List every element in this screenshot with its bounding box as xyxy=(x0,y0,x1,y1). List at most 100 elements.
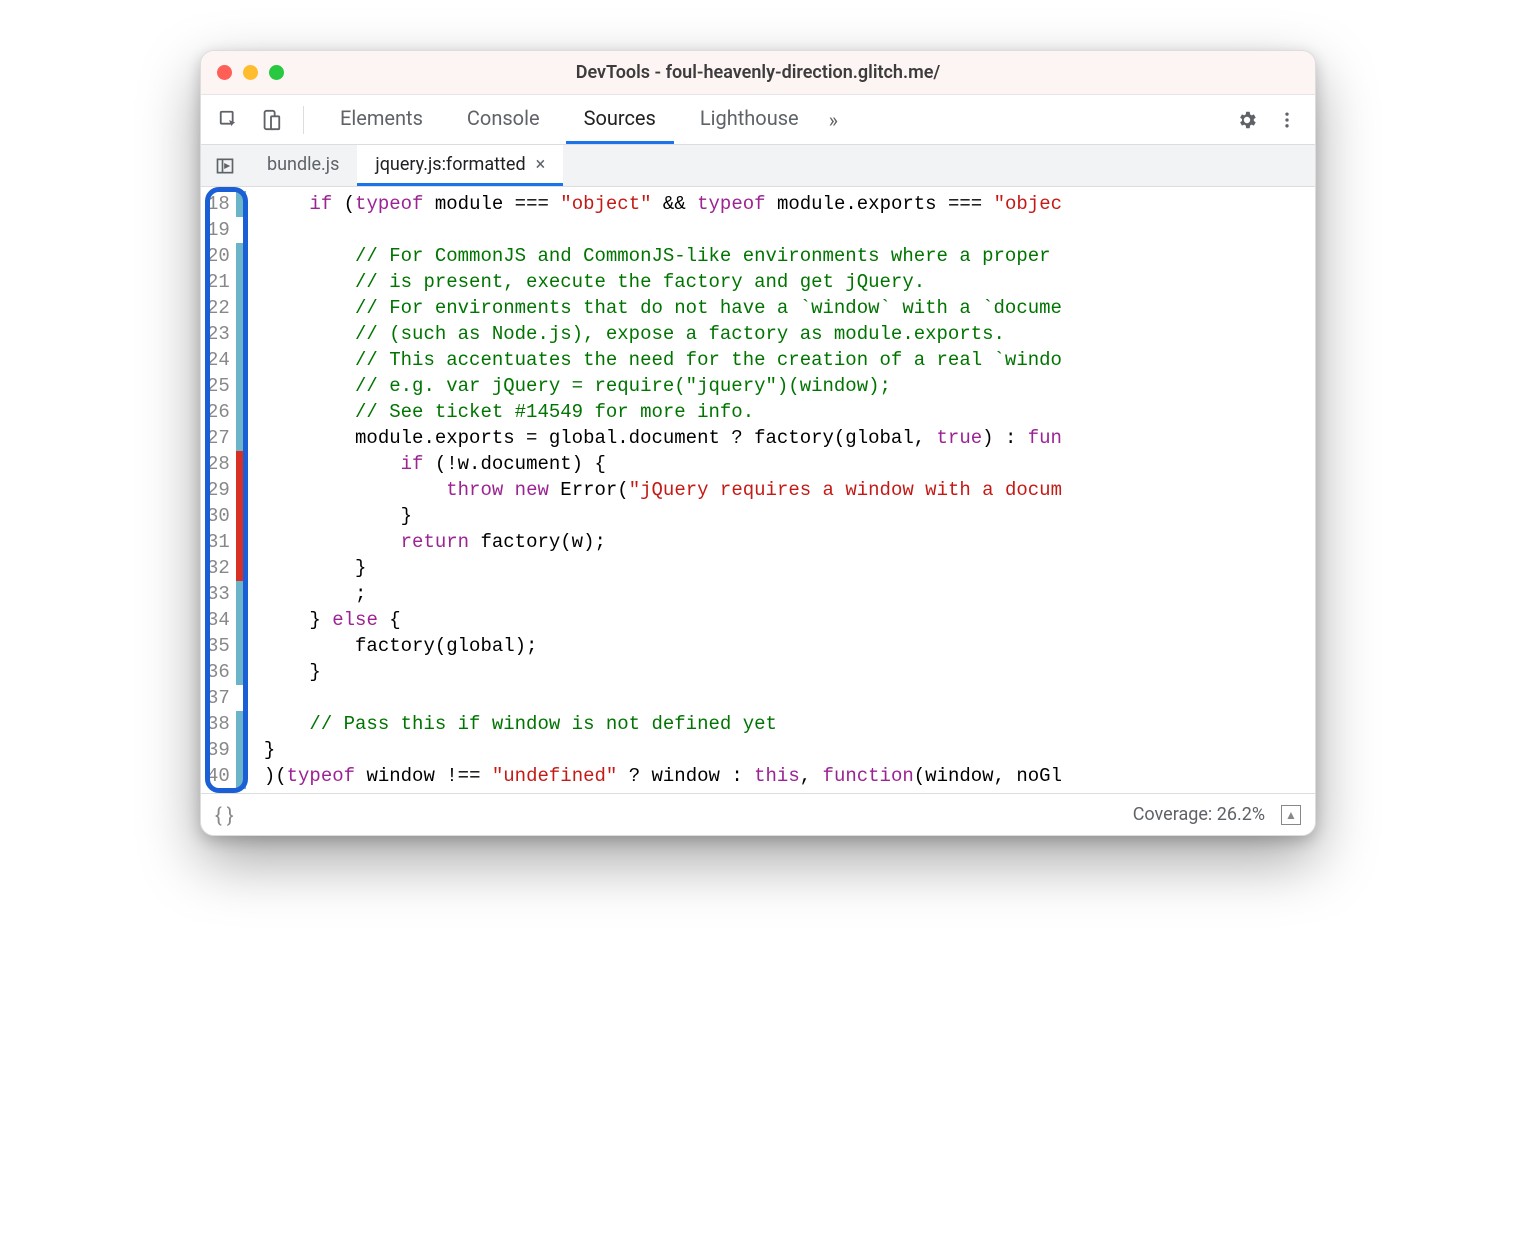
coverage-marker xyxy=(236,529,246,555)
window-title: DevTools - foul-heavenly-direction.glitc… xyxy=(576,62,941,83)
code-line[interactable]: module.exports = global.document ? facto… xyxy=(264,425,1062,451)
file-tabs: bundle.js jquery.js:formatted × xyxy=(249,145,563,186)
coverage-marker xyxy=(236,243,246,269)
line-number[interactable]: 32 xyxy=(207,555,234,581)
inspect-element-icon[interactable] xyxy=(211,102,247,138)
line-number[interactable]: 27 xyxy=(207,425,234,451)
navigator-toggle-icon[interactable] xyxy=(201,145,249,186)
line-number[interactable]: 23 xyxy=(207,321,234,347)
code-line[interactable]: // is present, execute the factory and g… xyxy=(264,269,1062,295)
line-numbers: 1819202122232425262728293031323334353637… xyxy=(201,187,236,793)
source-editor[interactable]: 1819202122232425262728293031323334353637… xyxy=(201,187,1315,793)
coverage-marker xyxy=(236,633,246,659)
code-line[interactable]: // For environments that do not have a `… xyxy=(264,295,1062,321)
close-tab-icon[interactable]: × xyxy=(536,154,546,175)
toolbar-divider xyxy=(303,106,304,134)
code-line[interactable]: // This accentuates the need for the cre… xyxy=(264,347,1062,373)
coverage-marker xyxy=(236,373,246,399)
code-line[interactable]: if (typeof module === "object" && typeof… xyxy=(264,191,1062,217)
coverage-marker xyxy=(236,217,246,243)
line-number[interactable]: 31 xyxy=(207,529,234,555)
code-line[interactable]: } xyxy=(264,503,1062,529)
code-line[interactable]: } else { xyxy=(264,607,1062,633)
coverage-marker xyxy=(236,399,246,425)
coverage-marker xyxy=(236,607,246,633)
code-line[interactable] xyxy=(264,685,1062,711)
code-line[interactable]: )(typeof window !== "undefined" ? window… xyxy=(264,763,1062,789)
line-number[interactable]: 19 xyxy=(207,217,234,243)
line-number[interactable]: 22 xyxy=(207,295,234,321)
code-line[interactable]: // (such as Node.js), expose a factory a… xyxy=(264,321,1062,347)
panel-tab-lighthouse[interactable]: Lighthouse xyxy=(682,95,817,144)
code-line[interactable]: ; xyxy=(264,581,1062,607)
line-number[interactable]: 40 xyxy=(207,763,234,789)
code-line[interactable]: } xyxy=(264,555,1062,581)
panel-tab-console[interactable]: Console xyxy=(449,95,558,144)
coverage-marker xyxy=(236,503,246,529)
line-number[interactable]: 33 xyxy=(207,581,234,607)
line-number[interactable]: 21 xyxy=(207,269,234,295)
code-line[interactable]: } xyxy=(264,737,1062,763)
minimize-window-button[interactable] xyxy=(243,65,258,80)
coverage-status: Coverage: 26.2% xyxy=(1133,804,1265,825)
file-tab[interactable]: bundle.js xyxy=(249,145,357,186)
code-content[interactable]: if (typeof module === "object" && typeof… xyxy=(246,187,1062,793)
line-number[interactable]: 24 xyxy=(207,347,234,373)
code-line[interactable]: if (!w.document) { xyxy=(264,451,1062,477)
coverage-marker xyxy=(236,425,246,451)
coverage-marker xyxy=(236,295,246,321)
panel-tab-elements[interactable]: Elements xyxy=(322,95,441,144)
code-line[interactable]: // e.g. var jQuery = require("jquery")(w… xyxy=(264,373,1062,399)
gutter: 1819202122232425262728293031323334353637… xyxy=(201,187,246,793)
line-number[interactable]: 35 xyxy=(207,633,234,659)
code-line[interactable]: factory(global); xyxy=(264,633,1062,659)
coverage-marker xyxy=(236,477,246,503)
status-bar: { } Coverage: 26.2% ▲ xyxy=(201,793,1315,835)
line-number[interactable]: 38 xyxy=(207,711,234,737)
coverage-marker xyxy=(236,685,246,711)
kebab-menu-icon[interactable] xyxy=(1269,102,1305,138)
file-tab[interactable]: jquery.js:formatted × xyxy=(357,145,563,186)
pretty-print-icon[interactable]: { } xyxy=(215,803,234,827)
line-number[interactable]: 20 xyxy=(207,243,234,269)
coverage-marker xyxy=(236,321,246,347)
titlebar: DevTools - foul-heavenly-direction.glitc… xyxy=(201,51,1315,95)
coverage-indicator-column xyxy=(236,187,246,793)
line-number[interactable]: 28 xyxy=(207,451,234,477)
coverage-marker xyxy=(236,269,246,295)
devtools-window: DevTools - foul-heavenly-direction.glitc… xyxy=(200,50,1316,836)
code-line[interactable]: } xyxy=(264,659,1062,685)
close-window-button[interactable] xyxy=(217,65,232,80)
code-line[interactable]: // For CommonJS and CommonJS-like enviro… xyxy=(264,243,1062,269)
coverage-marker xyxy=(236,659,246,685)
line-number[interactable]: 39 xyxy=(207,737,234,763)
file-tab-label: jquery.js:formatted xyxy=(375,154,525,175)
line-number[interactable]: 36 xyxy=(207,659,234,685)
code-line[interactable]: // Pass this if window is not defined ye… xyxy=(264,711,1062,737)
code-line[interactable] xyxy=(264,217,1062,243)
coverage-marker xyxy=(236,711,246,737)
more-tabs-button[interactable]: » xyxy=(817,108,850,132)
show-drawer-icon[interactable]: ▲ xyxy=(1281,805,1301,825)
line-number[interactable]: 30 xyxy=(207,503,234,529)
code-line[interactable]: return factory(w); xyxy=(264,529,1062,555)
coverage-marker xyxy=(236,737,246,763)
line-number[interactable]: 34 xyxy=(207,607,234,633)
line-number[interactable]: 18 xyxy=(207,191,234,217)
file-tab-label: bundle.js xyxy=(267,154,339,175)
panel-tab-sources[interactable]: Sources xyxy=(566,95,674,144)
maximize-window-button[interactable] xyxy=(269,65,284,80)
line-number[interactable]: 29 xyxy=(207,477,234,503)
settings-icon[interactable] xyxy=(1229,102,1265,138)
code-line[interactable]: throw new Error("jQuery requires a windo… xyxy=(264,477,1062,503)
line-number[interactable]: 25 xyxy=(207,373,234,399)
device-toggle-icon[interactable] xyxy=(253,102,289,138)
coverage-marker xyxy=(236,451,246,477)
traffic-lights xyxy=(217,65,284,80)
line-number[interactable]: 37 xyxy=(207,685,234,711)
main-toolbar: ElementsConsoleSourcesLighthouse » xyxy=(201,95,1315,145)
code-line[interactable]: // See ticket #14549 for more info. xyxy=(264,399,1062,425)
panel-tabs: ElementsConsoleSourcesLighthouse xyxy=(322,95,817,144)
line-number[interactable]: 26 xyxy=(207,399,234,425)
coverage-marker xyxy=(236,555,246,581)
